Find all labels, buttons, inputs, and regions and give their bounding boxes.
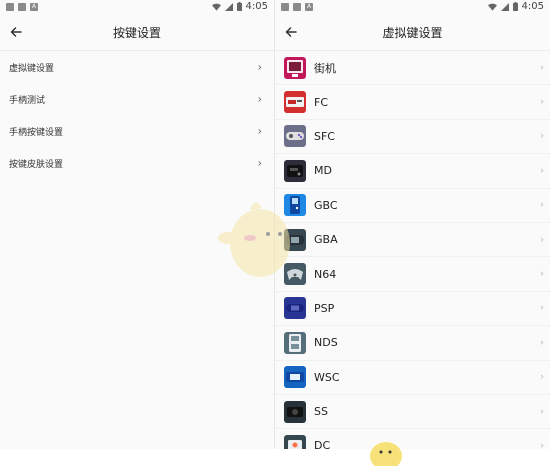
status-time: 4:05 xyxy=(245,1,268,12)
settings-item-label: 虚拟键设置 xyxy=(9,63,55,74)
gbc-handheld-icon xyxy=(284,194,306,217)
console-item-fc[interactable]: FC › xyxy=(275,85,550,120)
console-item-sfc[interactable]: SFC › xyxy=(275,120,550,155)
chevron-right-icon: › xyxy=(540,130,544,142)
app-bar: 虚拟键设置 xyxy=(275,14,550,50)
chevron-right-icon: › xyxy=(257,60,262,74)
chevron-right-icon: › xyxy=(540,199,544,211)
console-list: 街机 › FC › SFC › MD › GBC › GBA › N64 › P… xyxy=(275,51,550,449)
chevron-right-icon: › xyxy=(257,156,262,170)
console-label: SS xyxy=(314,405,328,419)
chevron-right-icon: › xyxy=(540,406,544,418)
ss-console-icon xyxy=(284,400,306,423)
wifi-icon xyxy=(487,3,497,11)
settings-item-gamepad-keys[interactable]: 手柄按键设置 › xyxy=(0,115,274,147)
notification-icon: A xyxy=(305,3,313,11)
chevron-right-icon: › xyxy=(540,337,544,349)
n64-controller-icon xyxy=(284,263,306,286)
page-title: 按键设置 xyxy=(112,26,161,40)
notification-icon xyxy=(281,3,289,11)
chevron-right-icon: › xyxy=(540,302,544,314)
console-label: PSP xyxy=(314,301,335,315)
console-item-md[interactable]: MD › xyxy=(275,154,550,189)
notification-icons: A xyxy=(281,3,313,11)
chevron-right-icon: › xyxy=(540,234,544,246)
settings-item-label: 手柄按键设置 xyxy=(9,127,64,138)
notification-icon xyxy=(6,3,14,11)
notification-icon xyxy=(293,3,301,11)
console-label: WSC xyxy=(314,370,340,384)
page-title: 虚拟键设置 xyxy=(382,26,443,40)
console-item-nds[interactable]: NDS › xyxy=(275,326,550,361)
settings-list: 虚拟键设置 › 手柄测试 › 手柄按键设置 › 按键皮肤设置 › xyxy=(0,51,274,179)
settings-item-virtual-keys[interactable]: 虚拟键设置 › xyxy=(0,51,274,83)
wsc-handheld-icon xyxy=(284,366,306,389)
console-item-gbc[interactable]: GBC › xyxy=(275,189,550,223)
console-item-gba[interactable]: GBA › xyxy=(275,223,550,258)
chevron-right-icon: › xyxy=(540,371,544,383)
app-bar: 按键设置 xyxy=(0,14,274,50)
console-label: FC xyxy=(314,95,329,109)
gba-handheld-icon xyxy=(284,228,306,251)
chevron-right-icon: › xyxy=(257,92,262,106)
arcade-icon xyxy=(284,56,306,79)
chevron-right-icon: › xyxy=(540,62,544,74)
wifi-icon xyxy=(211,3,221,11)
console-label: GBC xyxy=(314,198,338,212)
console-item-ss[interactable]: SS › xyxy=(275,395,550,430)
signal-icon xyxy=(500,2,509,11)
console-label: N64 xyxy=(314,267,337,281)
settings-item-label: 按键皮肤设置 xyxy=(9,159,64,170)
fc-console-icon xyxy=(284,91,306,114)
sfc-controller-icon xyxy=(284,125,306,148)
battery-icon xyxy=(236,2,242,11)
settings-item-key-skins[interactable]: 按键皮肤设置 › xyxy=(0,147,274,179)
console-item-n64[interactable]: N64 › xyxy=(275,257,550,292)
chevron-right-icon: › xyxy=(540,268,544,280)
chevron-right-icon: › xyxy=(540,96,544,108)
console-label: NDS xyxy=(314,336,338,350)
chevron-right-icon: › xyxy=(257,124,262,138)
chevron-right-icon: › xyxy=(540,440,544,449)
console-label: DC xyxy=(314,439,331,449)
console-item-wsc[interactable]: WSC › xyxy=(275,361,550,395)
settings-item-label: 手柄测试 xyxy=(9,95,46,106)
chevron-right-icon: › xyxy=(540,165,544,177)
status-bar: A 4:05 xyxy=(0,0,274,14)
notification-icon: A xyxy=(30,3,38,11)
nds-handheld-icon xyxy=(284,331,306,354)
battery-icon xyxy=(512,2,518,11)
md-console-icon xyxy=(284,159,306,182)
console-label: 街机 xyxy=(314,61,336,75)
right-screen: A 4:05 虚拟键设置 街机 › FC › SFC › MD › GBC › … xyxy=(275,0,550,449)
status-bar: A 4:05 xyxy=(275,0,550,14)
console-item-dc[interactable]: DC › xyxy=(275,429,550,449)
dc-console-icon xyxy=(284,434,306,449)
console-item-arcade[interactable]: 街机 › xyxy=(275,51,550,86)
settings-item-gamepad-test[interactable]: 手柄测试 › xyxy=(0,83,274,115)
console-label: MD xyxy=(314,164,332,178)
status-time: 4:05 xyxy=(521,1,544,12)
console-item-psp[interactable]: PSP › xyxy=(275,292,550,327)
console-label: SFC xyxy=(314,129,335,143)
console-label: GBA xyxy=(314,233,338,247)
signal-icon xyxy=(224,2,233,11)
left-screen: A 4:05 按键设置 虚拟键设置 › 手柄测试 › 手柄按键设置 › 按键皮肤… xyxy=(0,0,275,449)
notification-icon xyxy=(18,3,26,11)
notification-icons: A xyxy=(6,3,38,11)
psp-handheld-icon xyxy=(284,297,306,320)
